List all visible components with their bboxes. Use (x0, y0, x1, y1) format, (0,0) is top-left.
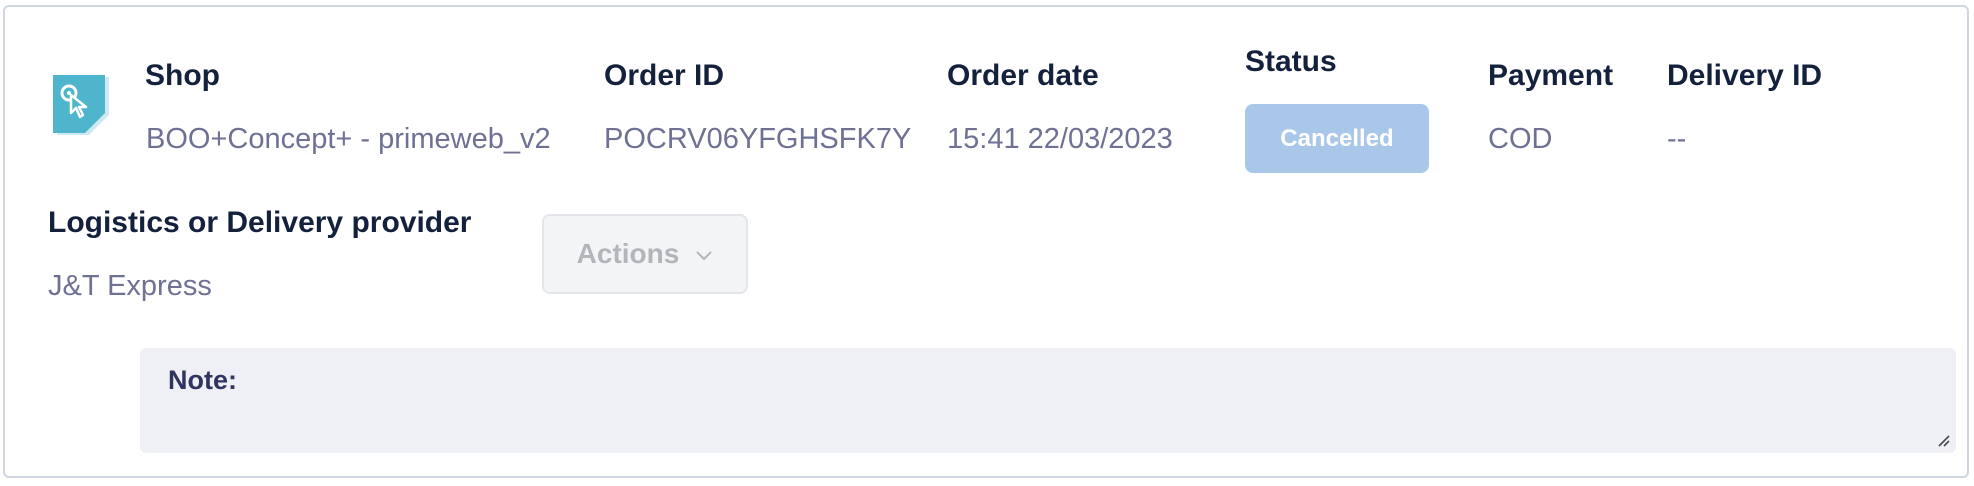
chevron-down-icon (696, 251, 713, 261)
shop-label: Shop (145, 59, 220, 92)
delivery-id-value: -- (1667, 123, 1687, 155)
order-date-label: Order date (947, 59, 1099, 92)
logistics-value: J&T Express (48, 270, 212, 302)
order-date-value: 15:41 22/03/2023 (947, 123, 1173, 155)
order-id-value: POCRV06YFGHSFK7Y (604, 123, 912, 155)
logistics-label: Logistics or Delivery provider (48, 206, 472, 239)
status-label: Status (1245, 45, 1337, 78)
order-id-label: Order ID (604, 59, 725, 92)
resize-handle-icon[interactable] (1936, 433, 1950, 447)
status-badge: Cancelled (1245, 104, 1429, 173)
actions-dropdown-button[interactable]: Actions (542, 214, 748, 294)
note-label: Note: (168, 365, 237, 395)
order-details-card: Shop BOO+Concept+ - primeweb_v2 Order ID… (3, 5, 1969, 478)
delivery-id-label: Delivery ID (1667, 59, 1823, 92)
shop-value: BOO+Concept+ - primeweb_v2 (146, 123, 551, 155)
shop-tag-icon (49, 73, 115, 139)
payment-value: COD (1488, 123, 1553, 155)
note-textarea[interactable]: Note: (140, 348, 1956, 453)
payment-label: Payment (1488, 59, 1614, 92)
actions-label: Actions (576, 238, 680, 269)
